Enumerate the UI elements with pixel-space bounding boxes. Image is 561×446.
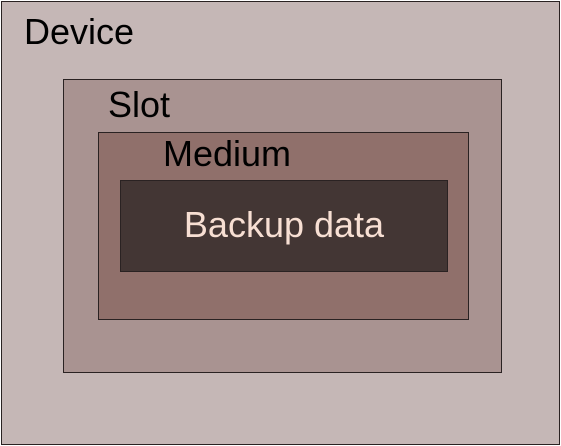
- slot-label: Slot: [108, 84, 171, 125]
- diagram-canvas: Device Slot Medium Backup data: [0, 0, 561, 446]
- device-label: Device: [24, 11, 135, 52]
- medium-box: Medium Backup data: [98, 132, 469, 320]
- medium-label: Medium: [163, 133, 292, 174]
- slot-box: Slot Medium Backup data: [63, 79, 502, 373]
- backup-data-label: Backup data: [183, 204, 385, 245]
- backup-data-box: Backup data: [120, 180, 448, 272]
- device-box: Device Slot Medium Backup data: [1, 1, 560, 445]
